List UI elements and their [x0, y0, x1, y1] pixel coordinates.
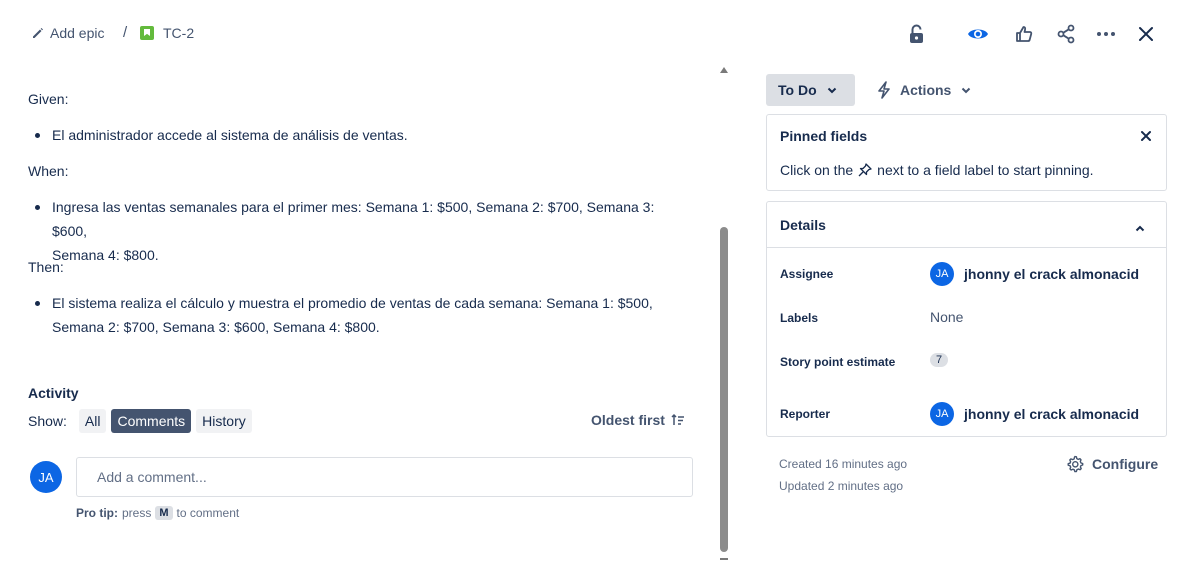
labels-label: Labels: [780, 311, 819, 325]
then-label: Then:: [28, 259, 64, 275]
story-points-badge: 7: [930, 353, 949, 367]
reporter-name: jhonny el crack almonacid: [964, 406, 1140, 422]
activity-title: Activity: [28, 385, 79, 401]
add-comment-input[interactable]: Add a comment...: [76, 457, 693, 497]
given-item: El administrador accede al sistema de an…: [28, 123, 408, 147]
scroll-up-arrow-icon[interactable]: [720, 67, 728, 73]
more-button[interactable]: [1092, 20, 1120, 48]
when-item: Ingresa las ventas semanales para el pri…: [28, 195, 688, 267]
protip-suffix: to comment: [176, 506, 240, 520]
story-points-field[interactable]: 7: [930, 353, 949, 367]
chevron-down-icon: [962, 87, 971, 93]
pencil-icon: [33, 28, 43, 38]
protip-key: M: [155, 506, 173, 520]
created-timestamp: Created 16 minutes ago: [779, 457, 908, 471]
assignee-label: Assignee: [780, 267, 834, 281]
activity-filter-bar: Show: All Comments History: [28, 409, 252, 433]
story-icon: [140, 26, 154, 40]
reporter-label: Reporter: [780, 407, 831, 421]
then-item: El sistema realiza el cálculo y muestra …: [28, 291, 688, 339]
updated-timestamp: Updated 2 minutes ago: [779, 479, 904, 493]
show-label: Show:: [28, 413, 67, 429]
reporter-field[interactable]: JA jhonny el crack almonacid: [930, 402, 1139, 426]
close-button[interactable]: [1132, 20, 1160, 48]
then-item-line-2: Semana 2: $700, Semana 3: $600, Semana 4…: [52, 319, 380, 335]
gear-icon: [1067, 455, 1084, 473]
scrollbar-thumb[interactable]: [720, 227, 728, 552]
actions-button[interactable]: Actions: [876, 74, 971, 106]
close-icon: [1141, 131, 1151, 141]
status-label: To Do: [778, 82, 817, 98]
close-icon: [1139, 27, 1153, 41]
details-title: Details: [780, 217, 826, 233]
pinned-fields-panel: Pinned fields Click on the next to a fie…: [766, 114, 1167, 191]
avatar: JA: [30, 461, 62, 493]
actions-label: Actions: [900, 82, 952, 98]
protip-label: Pro tip:: [76, 506, 118, 520]
issue-key: TC-2: [163, 25, 195, 41]
lightning-icon: [878, 81, 890, 99]
avatar: JA: [930, 262, 954, 286]
share-icon: [1057, 24, 1075, 44]
add-epic-link[interactable]: Add epic: [32, 25, 104, 41]
pinned-close-button[interactable]: [1140, 129, 1152, 145]
labels-value: None: [930, 309, 964, 325]
given-label: Given:: [28, 91, 69, 107]
when-item-line-2: Semana 4: $800.: [52, 247, 159, 263]
lock-icon: [910, 24, 923, 43]
configure-button[interactable]: Configure: [1066, 455, 1158, 473]
avatar: JA: [930, 402, 954, 426]
pinned-hint: Click on the next to a field label to st…: [780, 162, 1094, 178]
issue-header: Add epic / TC-2: [0, 0, 1184, 68]
when-item-line-1: Ingresa las ventas semanales para el pri…: [52, 199, 655, 239]
filter-all-button[interactable]: All: [78, 409, 107, 433]
details-panel: Details Assignee JA jhonny el crack almo…: [766, 201, 1167, 437]
protip-press: press: [122, 506, 152, 520]
share-button[interactable]: [1052, 20, 1080, 48]
chevron-down-icon: [827, 87, 836, 93]
watch-button[interactable]: [964, 20, 992, 48]
status-button[interactable]: To Do: [766, 74, 855, 106]
sort-icon: [671, 413, 684, 425]
given-item-text: El administrador accede al sistema de an…: [52, 127, 408, 143]
sort-oldest-first-button[interactable]: Oldest first: [591, 412, 685, 428]
pinned-hint-after: next to a field label to start pinning.: [877, 162, 1094, 178]
sort-label: Oldest first: [591, 412, 665, 428]
filter-comments-button[interactable]: Comments: [111, 409, 192, 433]
chevron-up-icon: [1135, 219, 1145, 235]
comment-placeholder: Add a comment...: [97, 469, 207, 485]
like-icon: [1016, 26, 1033, 42]
lock-button[interactable]: [903, 20, 931, 48]
labels-field[interactable]: None: [930, 309, 963, 325]
story-points-label: Story point estimate: [780, 355, 896, 369]
filter-history-button[interactable]: History: [196, 409, 252, 433]
then-item-line-1: El sistema realiza el cálculo y muestra …: [52, 295, 653, 311]
details-header[interactable]: Details: [767, 202, 1166, 248]
pinned-hint-before: Click on the: [780, 162, 854, 178]
watch-icon: [968, 29, 988, 39]
pro-tip: Pro tip: press M to comment: [76, 506, 239, 520]
assignee-field[interactable]: JA jhonny el crack almonacid: [930, 262, 1139, 286]
scroll-down-arrow-icon[interactable]: [720, 558, 728, 560]
when-label: When:: [28, 163, 69, 179]
assignee-name: jhonny el crack almonacid: [964, 266, 1140, 282]
issue-key-link[interactable]: TC-2: [140, 25, 194, 41]
breadcrumb-separator: /: [123, 24, 128, 41]
pinned-fields-title: Pinned fields: [780, 128, 868, 144]
more-icon: [1097, 32, 1115, 36]
pin-icon: [858, 163, 872, 177]
like-button[interactable]: [1010, 20, 1038, 48]
configure-label: Configure: [1092, 456, 1159, 472]
add-epic-label: Add epic: [50, 25, 105, 41]
